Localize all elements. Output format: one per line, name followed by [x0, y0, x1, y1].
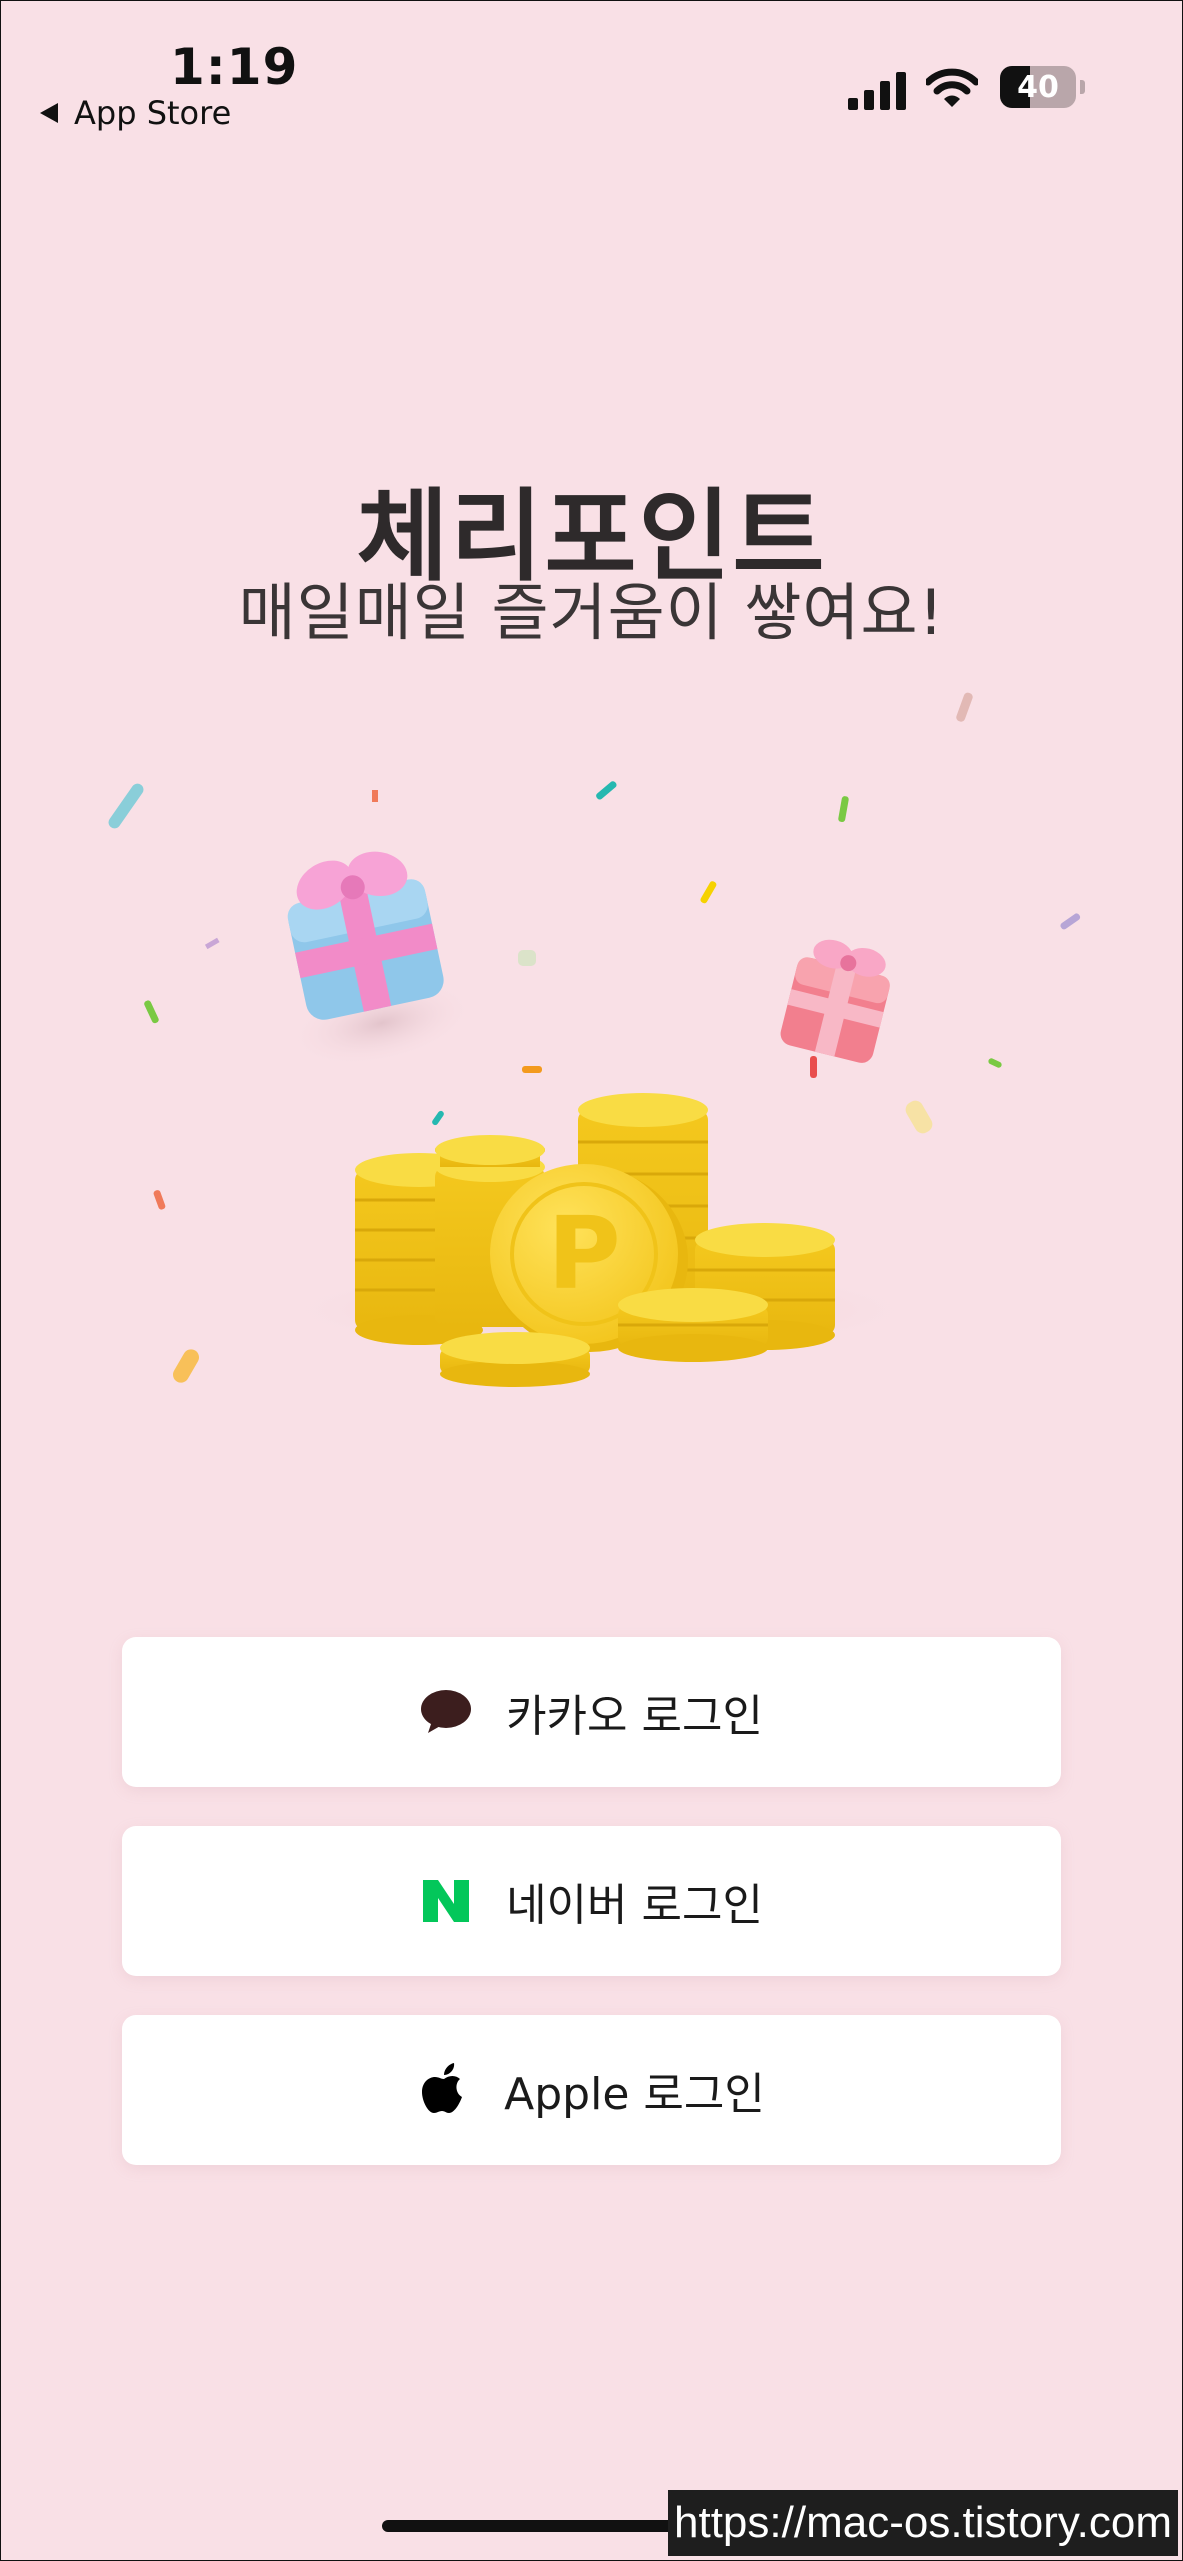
- kakao-talk-bubble-icon: [420, 1686, 472, 1738]
- coins-and-gifts-illustration: P: [108, 692, 1081, 1387]
- cellular-signal-icon: [848, 70, 908, 110]
- battery-percent: 40: [1017, 69, 1059, 105]
- wifi-icon: [924, 68, 980, 108]
- back-to-app-store-link[interactable]: App Store: [40, 94, 231, 132]
- apple-login-label: Apple 로그인: [504, 2069, 765, 2120]
- kakao-login-button[interactable]: 카카오 로그인: [122, 1637, 1061, 1787]
- back-app-label: App Store: [74, 94, 232, 132]
- kakao-login-label: 카카오 로그인: [506, 1691, 763, 1742]
- battery-icon: 40: [1000, 66, 1076, 108]
- naver-n-icon: [420, 1875, 472, 1927]
- naver-login-label: 네이버 로그인: [506, 1880, 763, 1931]
- coin-pile: P: [270, 1093, 930, 1387]
- coin-stack-front: [618, 1288, 768, 1362]
- status-time: 1:19: [170, 38, 299, 96]
- back-arrow-icon: [40, 103, 58, 123]
- naver-login-button[interactable]: 네이버 로그인: [122, 1826, 1061, 1976]
- apple-login-button[interactable]: Apple 로그인: [122, 2015, 1061, 2165]
- app-tagline: 매일매일 즐거움이 쌓여요!: [238, 576, 945, 649]
- blue-gift-box: [287, 851, 475, 1068]
- coin-p-mark: P: [547, 1195, 620, 1312]
- apple-logo-icon: [418, 2063, 470, 2116]
- pink-gift-box: [780, 939, 890, 1063]
- battery-cap: [1080, 80, 1085, 94]
- watermark-url: https://mac-os.tistory.com: [668, 2490, 1178, 2556]
- coin-flat-front: [440, 1332, 590, 1387]
